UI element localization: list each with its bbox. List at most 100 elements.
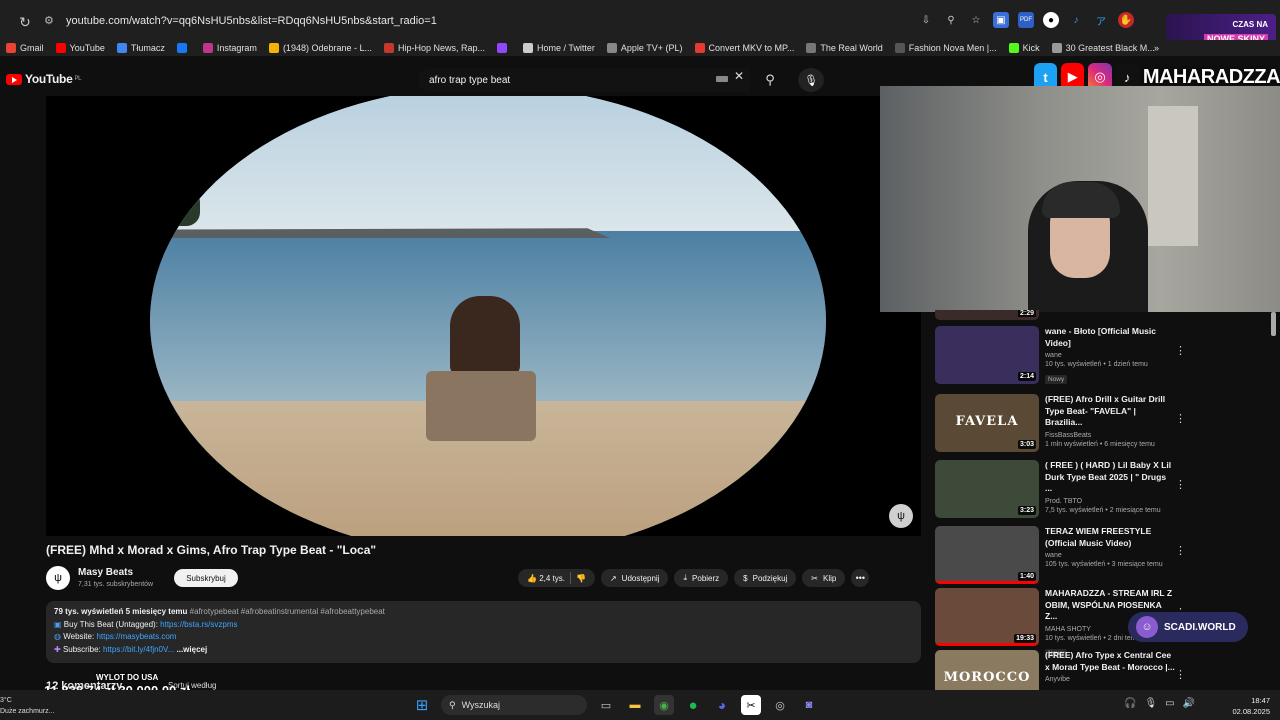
more-options-icon[interactable]: ⋮ [1175,544,1186,557]
video-title[interactable]: wane - Błoto [Official Music Video] [1045,326,1175,349]
bookmark-item[interactable]: Instagram [202,43,257,53]
video-thumbnail[interactable]: 3:23 [935,460,1039,518]
subscribe-button[interactable]: Subskrybuj [174,569,238,587]
search-input[interactable]: afro trap type beat [418,68,750,92]
bookmark-item[interactable]: Kick [1008,43,1040,53]
video-thumbnail[interactable]: 2:14 [935,326,1039,384]
more-bookmarks-icon[interactable]: » [1154,43,1159,53]
keyboard-icon[interactable] [716,76,728,82]
channel-name[interactable]: Masy Beats [78,567,133,578]
bookmark-item[interactable]: Hip-Hop News, Rap... [384,43,485,53]
bookmark-item[interactable]: 30 Greatest Black M... [1051,43,1155,53]
spotify-icon[interactable]: ● [683,695,703,715]
display-icon[interactable]: ▭ [1165,698,1174,709]
recommended-video[interactable]: FAVELA 3:03 (FREE) Afro Drill x Guitar Dri… [935,394,1270,454]
bookmark-item[interactable]: Home / Twitter [523,43,595,53]
clip-button[interactable]: ✂ Klip [802,569,846,587]
bookmark-item[interactable]: (1948) Odebrane - L... [268,43,372,53]
recommended-video[interactable]: 1:40 TERAZ WIEM FREESTYLE (Official Music… [935,526,1270,586]
video-meta: TERAZ WIEM FREESTYLE (Official Music Vid… [1045,526,1175,568]
description-line: ◍ Website: https://masybeats.com [54,631,913,644]
translate-extension-icon[interactable]: ア [1093,12,1109,28]
chrome-icon[interactable]: ◉ [654,695,674,715]
taskbar-clock[interactable]: 18:47 02.08.2025 [1222,695,1270,717]
app-icon[interactable]: ◙ [799,695,819,715]
video-channel[interactable]: Anyvibe [1045,676,1175,683]
video-channel[interactable]: FissBassBeats [1045,432,1175,439]
bookmark-item[interactable]: Gmail [6,43,44,53]
video-channel[interactable]: Prod. TBTO [1045,498,1175,505]
record-extension-icon[interactable]: ● [1043,12,1059,28]
sidebar-scrollbar[interactable] [1271,312,1276,336]
video-player[interactable]: ψ [46,96,921,536]
search-button[interactable]: ⚲ [752,68,788,92]
more-options-icon[interactable]: ⋮ [1175,668,1186,681]
bookmark-item[interactable]: The Real World [806,43,883,53]
reload-icon[interactable]: ↻ [14,11,36,33]
video-thumbnail[interactable]: FAVELA 3:03 [935,394,1039,452]
partial-top-thumbnail[interactable]: 2:29 [935,310,1039,320]
download-icon: ⤓ [683,573,688,582]
bookmark-favicon-icon [176,43,187,53]
video-title[interactable]: ( FREE ) ( HARD ) Lil Baby X Lil Durk Ty… [1045,460,1175,495]
windows-start-icon[interactable]: ⊞ [412,695,432,715]
more-options-icon[interactable]: ⋮ [1175,412,1186,425]
channel-avatar[interactable]: ψ [46,566,70,590]
voice-search-button[interactable]: 🎙 [798,68,824,92]
hashtags[interactable]: #afrotypebeat #afrobeatinstrumental #afr… [190,607,385,616]
youtube-logo[interactable]: YouTube PL [6,72,81,86]
audio-extension-icon[interactable]: ♪ [1068,12,1084,28]
pdf-extension-icon[interactable]: PDF [1018,12,1034,28]
more-options-icon[interactable]: ⋮ [1175,478,1186,491]
video-channel[interactable]: wane [1045,352,1175,359]
thanks-button[interactable]: $ Podziękuj [734,569,797,587]
bookmark-item[interactable]: Fashion Nova Men |... [894,43,997,53]
video-thumbnail[interactable]: 19:33 [935,588,1039,646]
download-button[interactable]: ⤓ Pobierz [674,569,729,587]
buy-link[interactable]: https://bsta.rs/svzpms [160,620,237,629]
more-actions-button[interactable]: ••• [851,569,870,587]
more-options-icon[interactable]: ⋮ [1175,344,1186,357]
recommended-video[interactable]: 3:23 ( FREE ) ( HARD ) Lil Baby X Lil Dur… [935,460,1270,520]
speaker-icon[interactable]: 🔊 [1183,698,1195,709]
like-button[interactable]: 👍 2,4 tys. [527,574,565,583]
bookmark-star-icon[interactable]: ☆ [968,12,984,28]
show-more-link[interactable]: ...więcej [177,645,208,654]
headset-icon[interactable]: 🎧 [1124,698,1136,709]
video-title[interactable]: (FREE) Afro Type x Central Cee x Morad T… [1045,650,1175,673]
bookmark-item[interactable]: Apple TV+ (PL) [606,43,683,53]
file-explorer-icon[interactable]: ▬ [625,695,645,715]
microphone-tray-icon[interactable]: 🎙 [1144,698,1157,709]
video-meta: wane - Błoto [Official Music Video] wane 1… [1045,326,1175,386]
description-box[interactable]: 79 tys. wyświetleń 5 miesięcy temu #afro… [46,601,921,663]
zoom-icon[interactable]: ⚲ [943,12,959,28]
website-link[interactable]: https://masybeats.com [96,632,176,641]
bookmark-item[interactable] [497,43,511,53]
clear-search-icon[interactable]: ✕ [734,69,744,83]
bookmark-item[interactable]: Tłumacz [116,43,165,53]
bookmark-item[interactable]: YouTube [55,43,105,53]
install-icon[interactable]: ⇩ [918,12,934,28]
bookmark-item[interactable] [176,43,191,53]
subscribe-link[interactable]: https://bit.ly/4fjn0V... [103,645,174,654]
obs-icon[interactable]: ◎ [770,695,790,715]
bookmark-favicon-icon [55,43,66,53]
discord-icon[interactable]: ◕ [712,695,732,715]
taskbar-search[interactable]: ⚲ Wyszukaj [441,695,587,715]
site-settings-icon[interactable]: ⚙ [44,14,58,28]
video-channel[interactable]: wane [1045,552,1175,559]
task-view-icon[interactable]: ▭ [596,695,616,715]
address-bar[interactable]: ⚙ youtube.com/watch?v=qq6NsHU5nbs&list=R… [44,10,914,32]
recommended-video[interactable]: 2:14 wane - Błoto [Official Music Video] w… [935,326,1270,386]
video-thumbnail[interactable]: 1:40 [935,526,1039,584]
capcut-icon[interactable]: ✂ [741,695,761,715]
channel-watermark-icon[interactable]: ψ [889,504,913,528]
adblock-extension-icon[interactable]: ✋ [1118,12,1134,28]
share-button[interactable]: ↗ Udostępnij [600,569,669,587]
bookmark-item[interactable]: Convert MKV to MP... [694,43,794,53]
extension-icon[interactable]: ▣ [993,12,1009,28]
video-title[interactable]: TERAZ WIEM FREESTYLE (Official Music Vid… [1045,526,1175,549]
weather-widget[interactable]: 3°C Duże zachmurz... [0,695,54,717]
dislike-button[interactable]: 👎 [576,574,586,583]
video-title[interactable]: (FREE) Afro Drill x Guitar Drill Type Be… [1045,394,1175,429]
